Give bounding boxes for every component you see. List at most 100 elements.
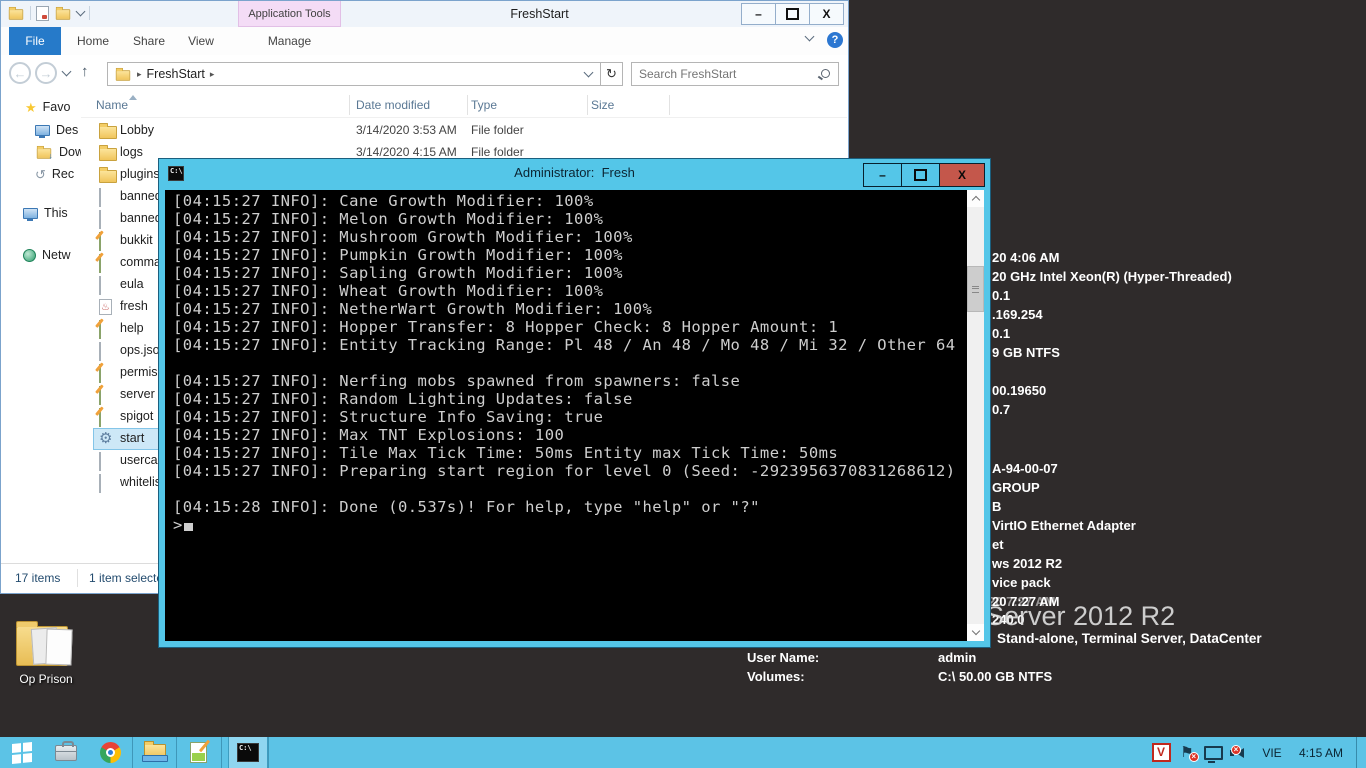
file-row-Lobby[interactable]: Lobby3/14/2020 3:53 AMFile folder xyxy=(1,120,847,142)
minimize-button[interactable]: – xyxy=(741,3,776,25)
gear-icon: ⚙ xyxy=(99,431,112,446)
console-log-line: [04:15:27 INFO]: NetherWart Growth Modif… xyxy=(173,300,967,318)
tab-share[interactable]: Share xyxy=(123,27,175,55)
bginfo-fragment: 20 4:06 AM xyxy=(992,250,1059,265)
tab-home[interactable]: Home xyxy=(67,27,119,55)
new-folder-icon[interactable] xyxy=(56,9,70,19)
console-log-line xyxy=(173,480,967,498)
console-window: Administrator: Fresh – X [04:15:27 INFO]… xyxy=(158,158,991,648)
breadcrumb[interactable]: FreshStart xyxy=(147,67,205,81)
tray-volume[interactable] xyxy=(1226,737,1254,768)
properties-icon[interactable] xyxy=(36,6,49,21)
status-selected-count: 1 item selecte xyxy=(89,571,163,585)
close-button[interactable]: X xyxy=(809,3,844,25)
status-item-count: 17 items xyxy=(15,571,60,585)
minimize-ribbon-icon[interactable] xyxy=(805,32,815,42)
history-dropdown-icon[interactable] xyxy=(62,67,72,77)
taskbar-server-manager[interactable] xyxy=(44,737,88,768)
up-button[interactable]: ↑ xyxy=(81,63,89,80)
explorer-titlebar[interactable]: Application Tools FreshStart – X xyxy=(1,1,848,28)
column-header-size[interactable]: Size xyxy=(591,93,614,117)
cmd-icon xyxy=(237,743,259,762)
console-output[interactable]: [04:15:27 INFO]: Cane Growth Modifier: 1… xyxy=(165,190,967,641)
tray-vnc[interactable] xyxy=(1148,737,1174,768)
start-button[interactable] xyxy=(0,737,44,768)
qat-dropdown-icon[interactable] xyxy=(76,7,86,17)
file-icon xyxy=(99,452,101,471)
bginfo-fragment: 0.1 xyxy=(992,326,1010,341)
sort-ascending-icon[interactable] xyxy=(129,95,137,100)
file-name: eula xyxy=(120,277,144,291)
tab-file[interactable]: File xyxy=(9,27,61,55)
console-minimize-button[interactable]: – xyxy=(863,163,902,187)
console-log-line: [04:15:27 INFO]: Random Lighting Updates… xyxy=(173,390,967,408)
console-prompt[interactable]: > xyxy=(173,516,967,534)
file-name: help xyxy=(120,321,144,335)
username-value: admin xyxy=(938,650,976,665)
tray-action-center[interactable]: ⚑ xyxy=(1174,737,1200,768)
scroll-up-icon[interactable] xyxy=(967,190,984,207)
search-icon xyxy=(821,69,830,78)
yaml-icon xyxy=(99,408,101,427)
tab-manage[interactable]: Manage xyxy=(238,27,341,55)
tray-clock[interactable]: 4:15 AM xyxy=(1290,737,1352,768)
quick-access-toolbar[interactable] xyxy=(7,5,90,21)
maximize-button[interactable] xyxy=(775,3,810,25)
ribbon-tabs: File Home Share View Manage ? xyxy=(1,27,848,56)
column-header-type[interactable]: Type xyxy=(471,93,497,117)
taskbar-command-prompt[interactable] xyxy=(228,737,268,768)
network-icon xyxy=(1204,746,1223,760)
search-input[interactable] xyxy=(632,63,811,85)
forward-button[interactable]: → xyxy=(35,62,57,84)
console-log-line: [04:15:27 INFO]: Sapling Growth Modifier… xyxy=(173,264,967,282)
address-bar-row: ← → ↑ ▸ FreshStart ▸ ↻ xyxy=(1,55,848,93)
scroll-down-icon[interactable] xyxy=(967,624,984,641)
console-log-line xyxy=(173,354,967,372)
address-bar[interactable]: ▸ FreshStart ▸ xyxy=(107,62,601,86)
taskbar-notepad[interactable] xyxy=(176,737,221,768)
search-box[interactable] xyxy=(631,62,839,86)
bginfo-fragment: ws 2012 R2 xyxy=(992,556,1062,571)
file-icon xyxy=(99,188,101,207)
console-log-line: [04:15:27 INFO]: Entity Tracking Range: … xyxy=(173,336,967,354)
taskbar-chrome[interactable] xyxy=(88,737,132,768)
notepad-icon xyxy=(190,742,207,763)
yaml-icon xyxy=(99,386,101,405)
column-header-date[interactable]: Date modified xyxy=(356,93,430,117)
yaml-icon xyxy=(99,232,101,251)
console-titlebar[interactable]: Administrator: Fresh – X xyxy=(159,159,990,189)
show-desktop-button[interactable] xyxy=(1356,737,1366,768)
help-icon[interactable]: ? xyxy=(827,32,843,48)
column-header-name[interactable]: Name xyxy=(96,93,128,117)
volumes-value: C:\ 50.00 GB NTFS xyxy=(938,669,1052,684)
folder-icon xyxy=(99,126,117,139)
bginfo-fragment: 0.7 xyxy=(992,402,1010,417)
file-date: 3/14/2020 3:53 AM xyxy=(356,123,457,137)
bginfo-fragment: .169.254 xyxy=(992,307,1043,322)
sidebar-item-favorites[interactable]: ★ Favo xyxy=(25,98,70,116)
console-scrollbar[interactable] xyxy=(967,190,984,641)
scrollbar-thumb[interactable] xyxy=(967,266,984,312)
desktop-icon-op-prison[interactable]: Op Prison xyxy=(8,620,88,686)
console-log-line: [04:15:27 INFO]: Max TNT Explosions: 100 xyxy=(173,426,967,444)
tray-network[interactable] xyxy=(1200,737,1226,768)
console-log-line: [04:15:27 INFO]: Nerfing mobs spawned fr… xyxy=(173,372,967,390)
taskbar-file-explorer[interactable] xyxy=(132,737,176,768)
back-button[interactable]: ← xyxy=(9,62,31,84)
console-maximize-button[interactable] xyxy=(901,163,940,187)
contextual-tab-application-tools[interactable]: Application Tools xyxy=(238,1,341,27)
tray-language[interactable]: VIE xyxy=(1254,737,1290,768)
bginfo-system-type: Stand-alone, Terminal Server, DataCenter xyxy=(997,631,1262,646)
refresh-button[interactable]: ↻ xyxy=(601,62,623,86)
window-title: FreshStart xyxy=(341,1,738,27)
file-name: plugins xyxy=(120,167,160,181)
console-log-line: [04:15:27 INFO]: Wheat Growth Modifier: … xyxy=(173,282,967,300)
console-body: [04:15:27 INFO]: Cane Growth Modifier: 1… xyxy=(165,190,984,641)
bginfo-fragment: VirtIO Ethernet Adapter xyxy=(992,518,1136,533)
star-icon: ★ xyxy=(25,101,37,114)
address-dropdown-icon[interactable] xyxy=(584,68,594,78)
file-name: bukkit xyxy=(120,233,153,247)
file-name: whitelis xyxy=(120,475,161,489)
tab-view[interactable]: View xyxy=(177,27,225,55)
console-close-button[interactable]: X xyxy=(939,163,985,187)
